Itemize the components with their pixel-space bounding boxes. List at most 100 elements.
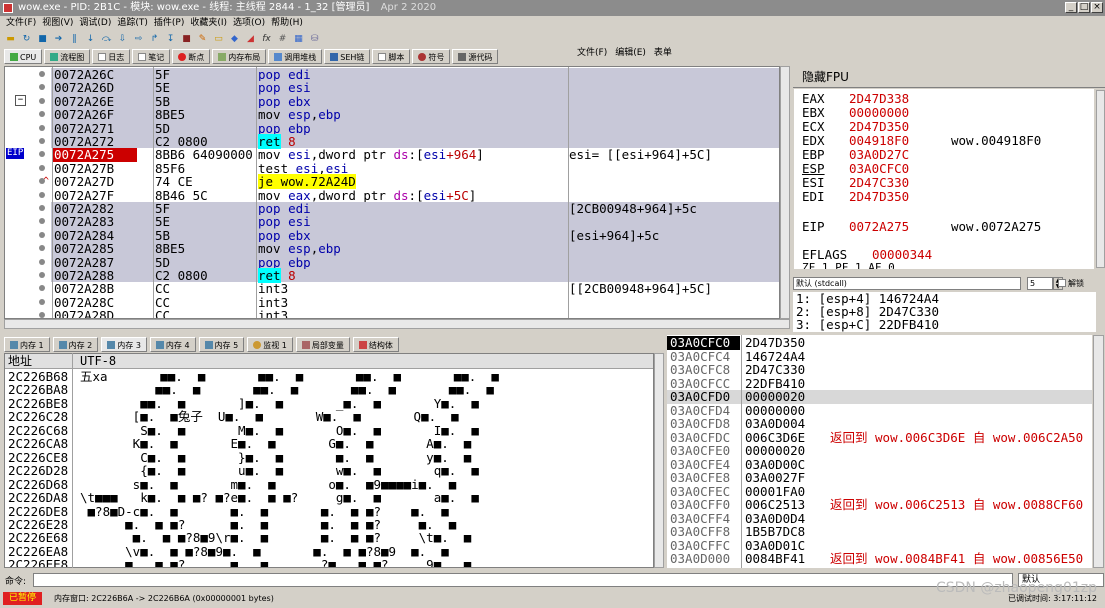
disasm-instruction[interactable]: pop esi [258, 81, 568, 94]
dump-address[interactable]: 2C226DA8 [8, 491, 78, 505]
tab-cpu[interactable]: CPU [4, 49, 43, 64]
stack-row[interactable]: 03A0CFF0 006C2513 返回到 wow.006C2513 自 wow.0… [667, 498, 1092, 512]
disassembly-vscrollbar[interactable] [780, 66, 790, 319]
tab-callstack[interactable]: 调用堆栈 [268, 49, 323, 64]
stack-vscrollbar[interactable] [1093, 335, 1104, 568]
stack-row[interactable]: 03A0CFF4 03A0D0D4 [667, 511, 1092, 526]
breakpoint-dot-icon[interactable] [39, 258, 45, 265]
dump-text[interactable]: K■. ■ E■. ■ G■. ■ A■. ■ [80, 437, 472, 451]
disasm-instruction[interactable]: pop ebp [258, 121, 568, 135]
disasm-instruction[interactable]: int3 [258, 296, 568, 309]
disasm-row[interactable]: 0072A272 C2 0800 ret 8 [5, 134, 779, 149]
dump-address[interactable]: 2C226B68 [8, 370, 78, 384]
disasm-comment[interactable]: [2CB00948+964]+5c [569, 202, 779, 216]
stack-row[interactable]: 03A0CFC4 146724A4 [667, 349, 1092, 364]
dump-address[interactable]: 2C226EE8 [8, 558, 78, 567]
menu-file[interactable]: 文件(F) [6, 16, 36, 30]
dump-row[interactable]: 2C226D68 s■. ■ m■. ■ o■. ■9■■■■i■. ■ [5, 477, 653, 491]
tab-seh[interactable]: SEH链 [324, 49, 371, 64]
disasm-instruction[interactable]: pop esi [258, 215, 568, 228]
disassembly-hscrollbar[interactable] [4, 319, 790, 329]
register-ecx[interactable]: ECX 2D47D350 [802, 120, 909, 134]
register-ebp[interactable]: EBP 03A0D27C [802, 148, 909, 162]
dump-header-address[interactable]: 地址 [8, 354, 32, 369]
dump-text[interactable]: \t■■■ k■. ■ ■? ■?e■. ■ ■? g■. ■ a■. ■ [80, 491, 479, 505]
dump-text[interactable]: ■■. ■ ■■. ■ ■■. ■ ■■. ■ [80, 383, 494, 397]
disasm-comment[interactable]: [esi+964]+5c [569, 228, 779, 242]
calling-convention-select[interactable]: 默认 (stdcall) [793, 277, 1021, 290]
restart-icon[interactable]: ↻ [20, 33, 33, 46]
disasm-instruction[interactable]: pop edi [258, 202, 568, 215]
trace-over-icon[interactable]: ⇨ [132, 33, 145, 46]
maximize-button[interactable]: □ [1078, 2, 1090, 13]
stack-row[interactable]: 03A0CFC0 2D47D350 [667, 336, 1092, 350]
dump-text[interactable]: ■?8■D-c■. ■ ■. ■ ■. ■ ■? ■. ■ [80, 504, 449, 518]
tab-script[interactable]: 脚本 [372, 49, 411, 64]
tab-memory-map[interactable]: 内存布局 [212, 49, 267, 64]
disasm-address[interactable]: 0072A275 [53, 148, 137, 162]
disasm-row[interactable]: 0072A285 8BE5 mov esp,ebp [5, 242, 779, 256]
dump-row[interactable]: 2C226C68 S■. ■ M■. ■ O■. ■ I■. ■ [5, 423, 653, 437]
dump-text[interactable]: s■. ■ m■. ■ o■. ■9■■■■i■. ■ [80, 477, 457, 491]
call-arg-3[interactable]: 3: [esp+C] 22DFB410 [796, 318, 939, 331]
disasm-row[interactable]: 0072A282 5F pop edi [2CB00948+964]+5c [5, 202, 779, 216]
tab-dump-1[interactable]: 内存 1 [4, 336, 50, 352]
stack-row[interactable]: 03A0CFCC 22DFB410 [667, 376, 1092, 391]
disasm-address[interactable]: 0072A272 [53, 135, 137, 149]
disasm-instruction[interactable]: test esi,esi [258, 162, 568, 175]
dump-row[interactable]: 2C226B68 五xa ■■. ■ ■■. ■ ■■. ■ ■■. ■ [5, 370, 653, 384]
disasm-address[interactable]: 0072A26D [53, 81, 137, 95]
stack-row[interactable]: 03A0CFFC 03A0D01C [667, 538, 1092, 553]
stack-row[interactable]: 03A0CFDC 006C3D6E 返回到 wow.006C3D6E 自 wow.0… [667, 430, 1092, 445]
disasm-instruction[interactable]: mov eax,dword ptr ds:[esi+5C] [258, 188, 568, 202]
breakpoint-dot-icon[interactable] [39, 191, 45, 198]
dump-header-utf8[interactable]: UTF-8 [80, 354, 116, 369]
register-eax[interactable]: EAX 2D47D338 [802, 92, 909, 106]
dump-vscrollbar[interactable] [654, 353, 664, 568]
stack-row[interactable]: 03A0CFE8 03A0027F [667, 471, 1092, 485]
menu-help[interactable]: 帮助(H) [271, 16, 303, 30]
disasm-address[interactable]: 0072A284 [53, 228, 137, 242]
patch-icon[interactable]: ✎ [196, 33, 209, 46]
minimize-button[interactable]: _ [1065, 2, 1077, 13]
disasm-row[interactable]: 0072A27F 8B46 5C mov eax,dword ptr ds:[esi… [5, 188, 779, 202]
close-button[interactable]: × [1091, 2, 1103, 13]
dump-address[interactable]: 2C226C68 [8, 423, 78, 437]
step-into-icon[interactable]: ↓ [84, 33, 97, 46]
tab-dump-2[interactable]: 内存 2 [52, 336, 99, 352]
disasm-address[interactable]: 0072A28C [53, 295, 137, 309]
comment-icon[interactable]: ▭ [212, 33, 225, 46]
calculator-icon[interactable]: ▦ [292, 33, 305, 46]
disasm-row[interactable]: 0072A26C 5F pop edi [5, 68, 779, 81]
disasm-row[interactable]: 0072A283 5E pop esi [5, 215, 779, 229]
stack-row[interactable]: 03A0CFD8 03A0D004 [667, 417, 1092, 431]
register-vscrollbar[interactable] [1096, 90, 1105, 268]
menu-view[interactable]: 视图(V) [42, 16, 73, 30]
dump-text[interactable]: S■. ■ M■. ■ O■. ■ I■. ■ [80, 423, 479, 437]
scylla-icon[interactable]: ■ [180, 33, 193, 46]
dump-row[interactable]: 2C226BA8 ■■. ■ ■■. ■ ■■. ■ ■■. ■ [5, 383, 653, 397]
disasm-address[interactable]: 0072A28B [53, 282, 137, 296]
tab-symbols[interactable]: 符号 [412, 49, 451, 64]
unlock-checkbox[interactable]: 解锁 [1058, 278, 1084, 289]
menu-trace[interactable]: 追踪(T) [117, 16, 148, 30]
menu-options[interactable]: 选项(O) [233, 16, 265, 30]
disasm-instruction[interactable]: int3 [258, 282, 568, 295]
dump-address[interactable]: 2C226D28 [8, 464, 78, 478]
dump-row[interactable]: 2C226CA8 K■. ■ E■. ■ G■. ■ A■. ■ [5, 437, 653, 451]
disasm-address[interactable]: 0072A26E [53, 94, 137, 108]
register-ebx[interactable]: EBX 00000000 [802, 106, 909, 120]
dump-row[interactable]: 2C226E28 ■. ■ ■? ■. ■ ■. ■ ■? ■. ■ [5, 517, 653, 531]
register-eflags[interactable]: EFLAGS 00000344 [802, 248, 932, 262]
stack-row[interactable]: 03A0CFD4 00000000 [667, 403, 1092, 418]
dump-row[interactable]: 2C226DA8 \t■■■ k■. ■ ■? ■?e■. ■ ■? g■. ■ … [5, 491, 653, 505]
disasm-comment[interactable]: esi= [[esi+964]+5C] [569, 148, 779, 162]
disasm-instruction[interactable]: je wow.72A24D [258, 174, 568, 190]
disasm-row[interactable]: 0072A284 5B pop ebx [esi+964]+5c [5, 228, 779, 242]
label-icon[interactable]: ◆ [228, 33, 241, 46]
tab-watch-1[interactable]: 监视 1 [247, 336, 293, 352]
stack-row[interactable]: 03A0D000 0084BF41 返回到 wow.0084BF41 自 wow.0… [667, 552, 1092, 566]
function-icon[interactable]: fx [260, 33, 273, 46]
disasm-address[interactable]: 0072A287 [53, 255, 137, 269]
tab-notes[interactable]: 笔记 [132, 49, 171, 64]
